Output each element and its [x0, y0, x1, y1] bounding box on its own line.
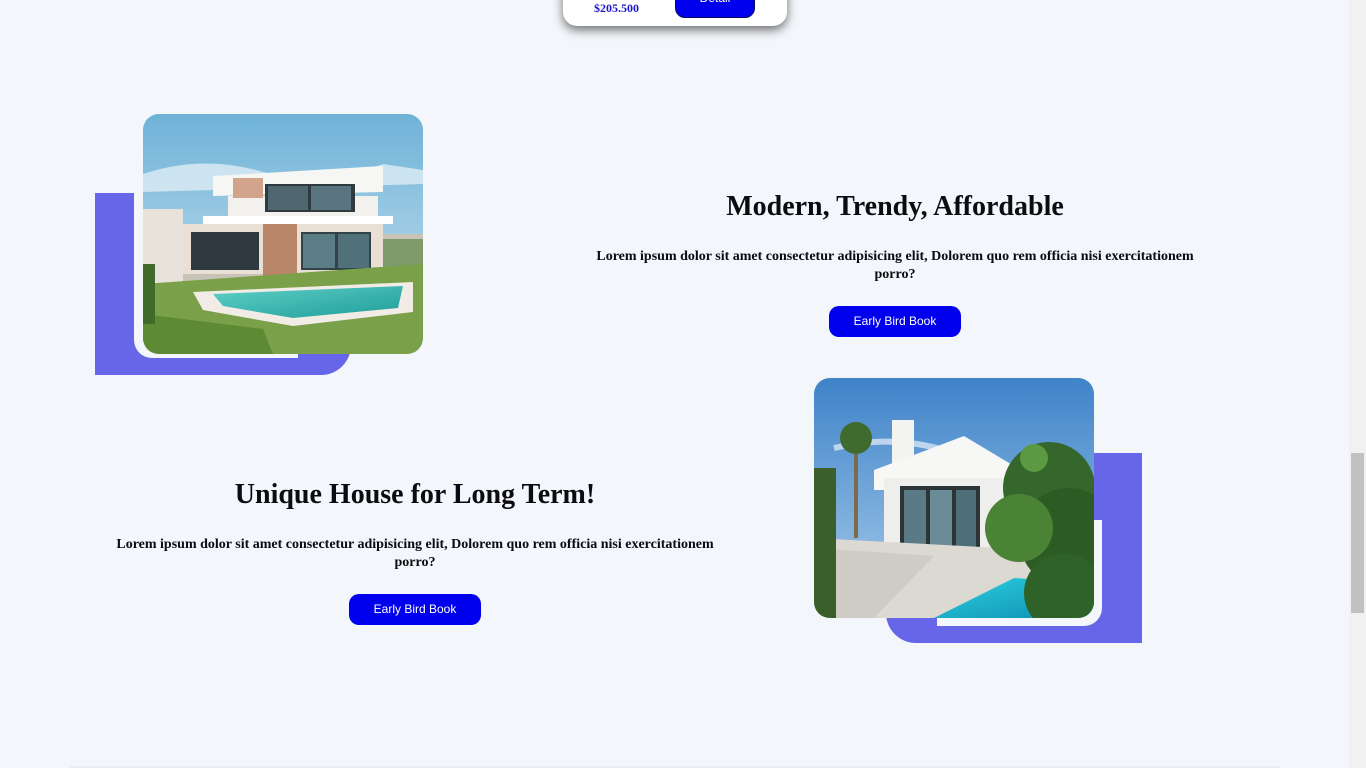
modern-house-photo — [143, 114, 423, 354]
early-bird-book-button[interactable]: Early Bird Book — [349, 594, 481, 625]
feature-title: Unique House for Long Term! — [234, 479, 596, 510]
page: $205.500 Detail — [0, 0, 1366, 768]
early-bird-book-button[interactable]: Early Bird Book — [829, 306, 961, 337]
feature-modern: Modern, Trendy, Affordable Lorem ipsum d… — [575, 190, 1215, 337]
villa-pool-photo — [814, 378, 1094, 618]
scrollbar-thumb[interactable] — [1351, 453, 1364, 613]
feature-title: Modern, Trendy, Affordable — [726, 191, 1064, 222]
property-card: $205.500 Detail — [563, 0, 787, 26]
detail-button[interactable]: Detail — [675, 0, 755, 18]
property-price: $205.500 — [594, 1, 639, 15]
modern-house-image — [143, 114, 423, 354]
villa-pool-image — [814, 378, 1094, 618]
feature-description: Lorem ipsum dolor sit amet consectetur a… — [596, 249, 1194, 282]
feature-unique: Unique House for Long Term! Lorem ipsum … — [95, 478, 735, 625]
feature-description: Lorem ipsum dolor sit amet consectetur a… — [116, 537, 714, 570]
vertical-scrollbar[interactable] — [1349, 0, 1366, 768]
